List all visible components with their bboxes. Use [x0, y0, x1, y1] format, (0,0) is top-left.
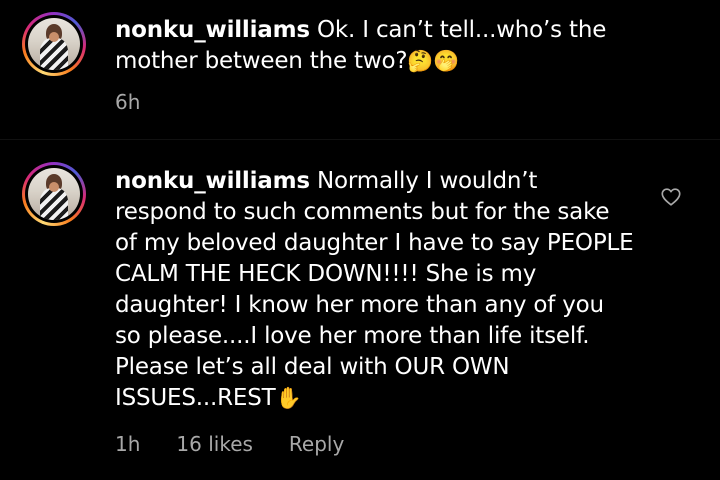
- comment-body: Normally I wouldn’t respond to such comm…: [115, 168, 634, 411]
- comment-2: nonku_williams Normally I wouldn’t respo…: [0, 140, 720, 480]
- avatar-photo: [28, 168, 80, 220]
- timestamp: 1h: [115, 432, 141, 456]
- emoji-raised-hand-icon: ✋: [275, 386, 302, 410]
- comment-1: nonku_williams Ok. I can’t tell...who’s …: [0, 0, 720, 140]
- avatar-photo: [28, 18, 80, 70]
- username[interactable]: nonku_williams: [115, 17, 310, 43]
- likes-count[interactable]: 16 likes: [176, 432, 253, 456]
- timestamp: 6h: [115, 90, 141, 114]
- emoji-thinking-icon: 🤔🤭: [407, 49, 460, 73]
- avatar[interactable]: [22, 12, 86, 76]
- username[interactable]: nonku_williams: [115, 168, 310, 194]
- reply-button[interactable]: Reply: [289, 432, 344, 456]
- comment-text: nonku_williams Ok. I can’t tell...who’s …: [115, 15, 635, 77]
- comment-meta: 6h: [115, 90, 140, 114]
- heart-outline-icon[interactable]: [660, 186, 682, 208]
- comment-text: nonku_williams Normally I wouldn’t respo…: [115, 166, 635, 414]
- avatar[interactable]: [22, 162, 86, 226]
- comment-meta: 1h 16 likes Reply: [115, 432, 344, 456]
